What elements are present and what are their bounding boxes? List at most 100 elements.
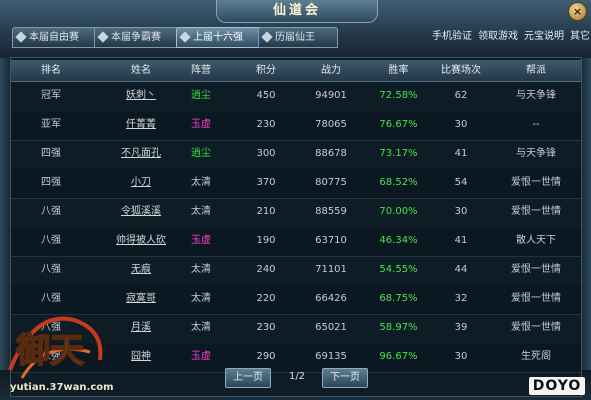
link-claim-game[interactable]: 领取游戏 xyxy=(478,31,518,42)
tab-past-kings[interactable]: 历届仙王 xyxy=(258,27,338,48)
cell-rank: 八强 xyxy=(41,206,61,217)
cell-camp: 太清 xyxy=(191,293,211,304)
table-row: 八强 令狐溪溪 太清 210 88559 70.00% 30 爱恨一世情 xyxy=(11,198,581,228)
cell-score: 230 xyxy=(256,322,276,333)
cell-score: 450 xyxy=(256,90,276,101)
tab-current-championship[interactable]: 本届争霸赛 xyxy=(94,27,186,48)
tab-diamond-icon xyxy=(15,31,27,43)
cell-rank: 八强 xyxy=(41,264,61,275)
cell-rank: 四强 xyxy=(41,148,61,159)
tab-diamond-icon xyxy=(261,31,273,43)
cell-player-name[interactable]: 仟菁菁 xyxy=(111,111,171,139)
cell-player-name[interactable]: 妖刺丶 xyxy=(111,82,171,110)
tab-current-free[interactable]: 本届自由赛 xyxy=(12,27,104,48)
cell-matches: 30 xyxy=(454,206,468,217)
header-rank: 排名 xyxy=(41,65,61,76)
cell-player-name[interactable]: 令狐溪溪 xyxy=(111,198,171,226)
cell-player-name[interactable]: 不凡面孔 xyxy=(111,140,171,168)
cell-matches: 30 xyxy=(454,119,468,130)
cell-matches: 54 xyxy=(454,177,468,188)
cell-score: 290 xyxy=(256,351,276,362)
next-page-button[interactable]: 下一页 xyxy=(322,368,368,388)
cell-player-name[interactable]: 月溪 xyxy=(111,314,171,342)
window-title: 仙道会 xyxy=(216,0,378,23)
table-row: 四强 不凡面孔 逍尘 300 88678 73.17% 41 与天争锋 xyxy=(11,140,581,170)
close-button[interactable]: × xyxy=(568,2,587,21)
cell-power: 94901 xyxy=(315,90,347,101)
header-name: 姓名 xyxy=(131,65,151,76)
cell-player-name[interactable]: 寂寞哥 xyxy=(111,285,171,313)
cell-guild: -- xyxy=(532,119,540,130)
cell-guild: 与天争锋 xyxy=(516,148,556,159)
cell-power: 63710 xyxy=(315,235,347,246)
cell-score: 370 xyxy=(256,177,276,188)
cell-guild: 与天争锋 xyxy=(516,90,556,101)
cell-winrate: 54.55% xyxy=(379,264,418,275)
table-row: 八强 帅得被人砍 玉虚 190 63710 46.34% 41 散人天下 xyxy=(11,227,581,257)
header-guild: 帮派 xyxy=(526,65,546,76)
cell-guild: 爱恨一世情 xyxy=(511,322,561,333)
cell-power: 65021 xyxy=(315,322,347,333)
cell-score: 220 xyxy=(256,293,276,304)
cell-matches: 44 xyxy=(454,264,468,275)
cell-rank: 亚军 xyxy=(41,119,61,130)
cell-camp: 太清 xyxy=(191,264,211,275)
cell-winrate: 58.97% xyxy=(379,322,418,333)
table-row: 八强 无痕 太清 240 71101 54.55% 44 爱恨一世情 xyxy=(11,256,581,286)
cell-power: 78065 xyxy=(315,119,347,130)
cell-guild: 生死阁 xyxy=(521,351,551,362)
link-other[interactable]: 其它 xyxy=(570,31,590,42)
cell-score: 240 xyxy=(256,264,276,275)
cell-winrate: 46.34% xyxy=(379,235,418,246)
cell-guild: 爱恨一世情 xyxy=(511,206,561,217)
cell-camp: 逍尘 xyxy=(191,148,211,159)
cell-matches: 39 xyxy=(454,322,468,333)
cell-rank: 八强 xyxy=(41,235,61,246)
close-icon: × xyxy=(572,5,583,18)
cell-player-name[interactable]: 小刀 xyxy=(111,169,171,197)
cell-winrate: 70.00% xyxy=(379,206,418,217)
page-indicator: 1/2 xyxy=(288,371,306,382)
header-camp: 阵营 xyxy=(191,65,211,76)
link-ingot-info[interactable]: 元宝说明 xyxy=(524,31,564,42)
tab-diamond-icon xyxy=(179,31,191,43)
cell-matches: 62 xyxy=(454,90,468,101)
cell-matches: 30 xyxy=(454,351,468,362)
cell-winrate: 73.17% xyxy=(379,148,418,159)
cell-power: 88678 xyxy=(315,148,347,159)
watermark: DOYO xyxy=(529,377,585,395)
cell-player-name[interactable]: 帅得被人砍 xyxy=(111,227,171,255)
table-row: 四强 小刀 太清 370 80775 68.52% 54 爱恨一世情 xyxy=(11,169,581,199)
cell-camp: 玉虚 xyxy=(191,119,211,130)
header-score: 积分 xyxy=(256,65,276,76)
cell-power: 69135 xyxy=(315,351,347,362)
cell-score: 210 xyxy=(256,206,276,217)
cell-camp: 玉虚 xyxy=(191,235,211,246)
link-phone-verify[interactable]: 手机验证 xyxy=(432,31,472,42)
prev-page-button[interactable]: 上一页 xyxy=(225,368,271,388)
table-row: 亚军 仟菁菁 玉虚 230 78065 76.67% 30 -- xyxy=(11,111,581,141)
header-power: 战力 xyxy=(321,65,341,76)
cell-camp: 太清 xyxy=(191,206,211,217)
cell-guild: 爱恨一世情 xyxy=(511,264,561,275)
cell-power: 88559 xyxy=(315,206,347,217)
cell-winrate: 76.67% xyxy=(379,119,418,130)
cell-matches: 32 xyxy=(454,293,468,304)
cell-winrate: 72.58% xyxy=(379,90,418,101)
cell-player-name[interactable]: 无痕 xyxy=(111,256,171,284)
tab-diamond-icon xyxy=(97,31,109,43)
cell-winrate: 68.75% xyxy=(379,293,418,304)
cell-winrate: 68.52% xyxy=(379,177,418,188)
cell-score: 300 xyxy=(256,148,276,159)
tab-last-top16[interactable]: 上届十六强 xyxy=(176,27,268,48)
cell-camp: 太清 xyxy=(191,322,211,333)
logo-text: 御天 xyxy=(15,331,84,371)
cell-score: 190 xyxy=(256,235,276,246)
cell-score: 230 xyxy=(256,119,276,130)
cell-camp: 逍尘 xyxy=(191,90,211,101)
logo-url: yutian.37wan.com xyxy=(10,382,114,393)
table-row: 冠军 妖刺丶 逍尘 450 94901 72.58% 62 与天争锋 xyxy=(11,82,581,112)
cell-rank: 冠军 xyxy=(41,90,61,101)
cell-player-name[interactable]: 囧神 xyxy=(111,343,171,371)
cell-power: 71101 xyxy=(315,264,347,275)
